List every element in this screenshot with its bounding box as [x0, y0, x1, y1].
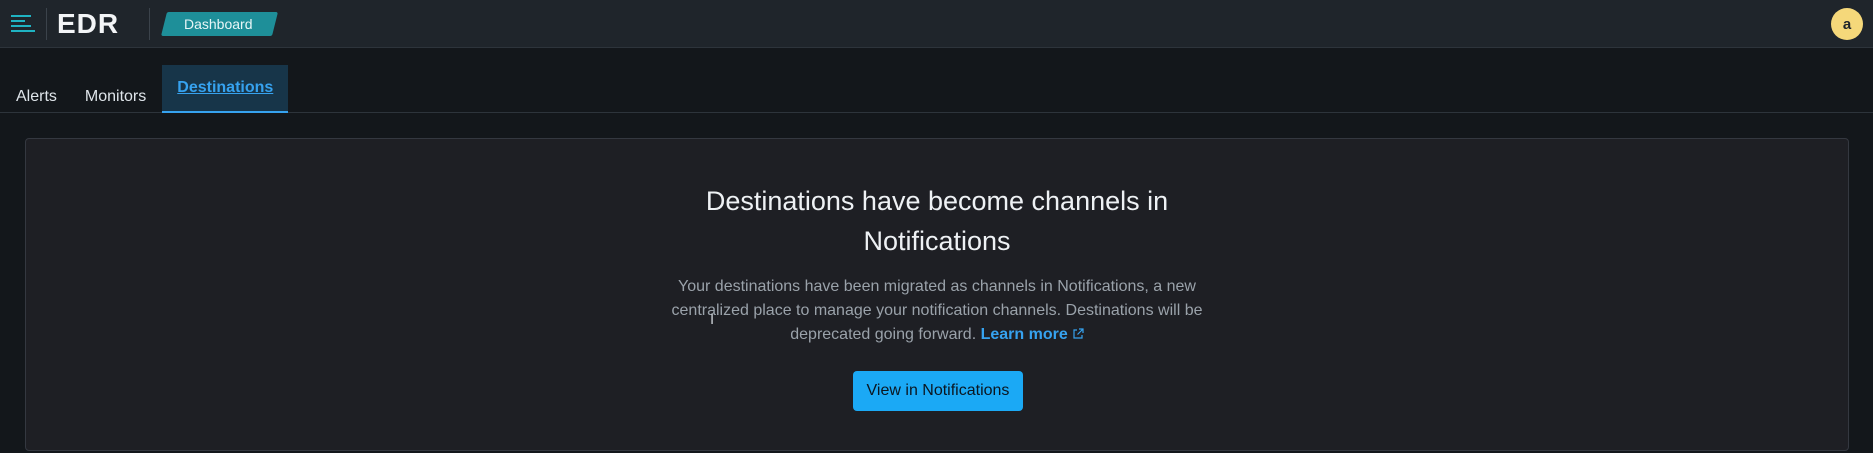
tab-alerts[interactable]: Alerts [2, 65, 71, 113]
edr-logo-graphic: EDR [57, 9, 119, 39]
panel-title: Destinations have become channels in Not… [26, 181, 1848, 261]
breadcrumb-label: Dashboard [184, 15, 253, 32]
migration-notice-panel: Destinations have become channels in Not… [25, 138, 1849, 451]
svg-text:EDR: EDR [57, 9, 119, 39]
text-cursor-icon: I [710, 312, 715, 328]
tab-bar: Alerts Monitors Destinations [0, 49, 1873, 113]
top-navigation-bar: EDR Dashboard a [0, 0, 1873, 48]
header-divider-2 [149, 7, 150, 40]
panel-body-text: Your destinations have been migrated as … [671, 278, 1203, 343]
breadcrumb-dashboard[interactable]: Dashboard [161, 11, 278, 36]
user-avatar[interactable]: a [1831, 8, 1863, 40]
panel-title-line-2: Notifications [863, 226, 1011, 256]
learn-more-label: Learn more [980, 326, 1068, 343]
tab-destinations[interactable]: Destinations [162, 65, 289, 113]
view-in-notifications-button[interactable]: View in Notifications [853, 371, 1023, 411]
panel-description: Your destinations have been migrated as … [26, 275, 1848, 347]
panel-title-line-1: Destinations have become channels in [705, 186, 1169, 216]
menu-toggle-button[interactable] [0, 0, 46, 48]
hamburger-menu-icon [11, 14, 35, 32]
external-link-icon [1073, 328, 1084, 339]
learn-more-link[interactable]: Learn more [981, 326, 1084, 343]
edr-logo[interactable]: EDR [47, 0, 149, 48]
tab-monitors[interactable]: Monitors [71, 65, 160, 113]
